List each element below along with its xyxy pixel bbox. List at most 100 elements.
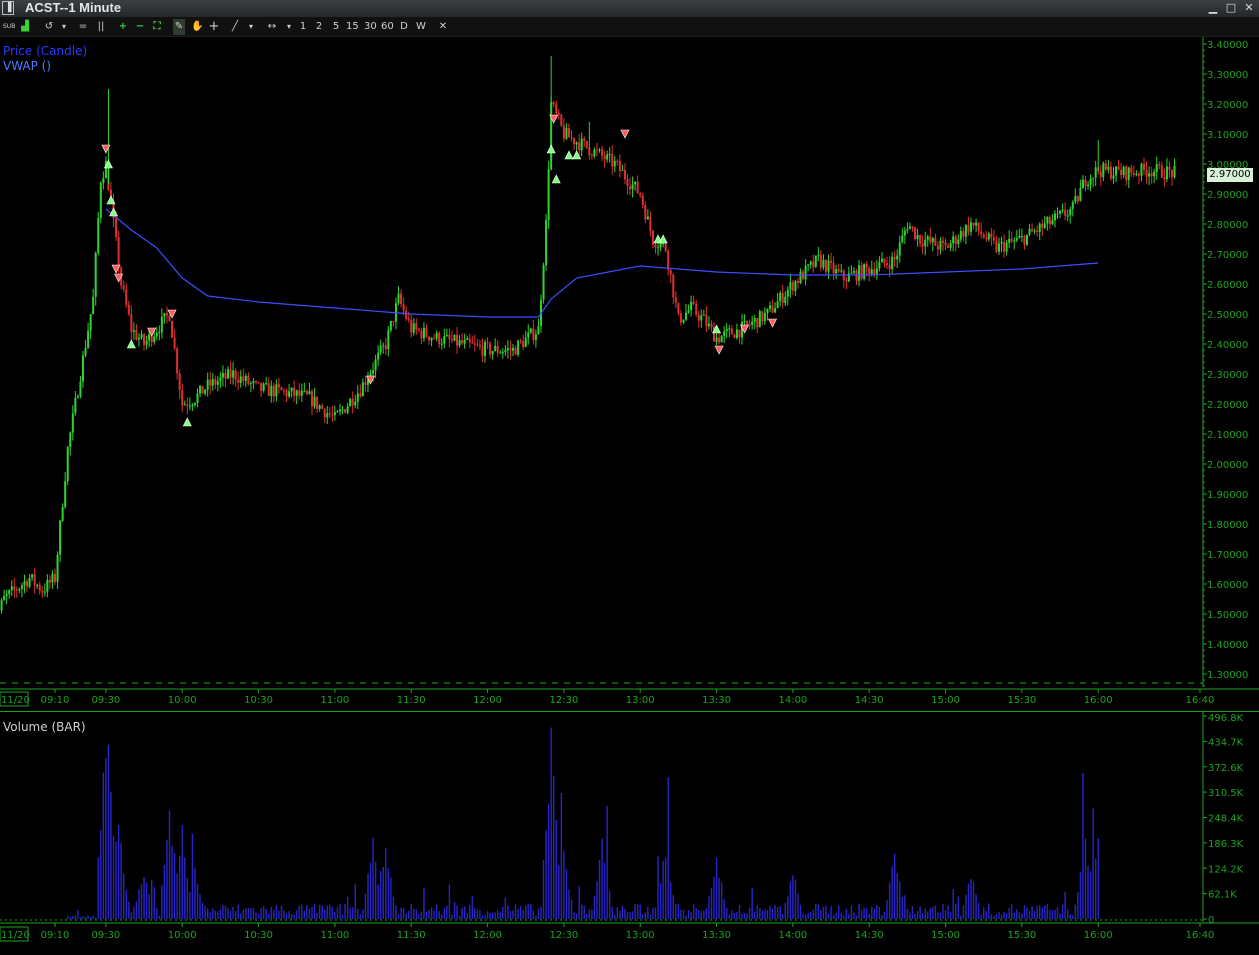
maximize-button[interactable]: □ xyxy=(1225,1,1237,14)
candle-body xyxy=(891,257,893,269)
zoom-in-button[interactable]: + xyxy=(117,19,129,35)
volume-bar xyxy=(963,906,964,919)
volume-bar xyxy=(454,902,455,919)
volume-x-label: 14:30 xyxy=(855,930,884,941)
interval-60-button[interactable]: 60 xyxy=(381,19,394,35)
volume-bar xyxy=(461,908,462,919)
candle-body xyxy=(268,383,270,396)
candle-body xyxy=(922,243,924,246)
candle-body xyxy=(446,335,448,336)
lines-button[interactable]: = xyxy=(77,19,89,35)
zoom-out-button[interactable]: − xyxy=(134,19,146,35)
interval-daily-button[interactable]: D xyxy=(398,19,410,35)
line-menu-button[interactable]: ▾ xyxy=(245,19,257,35)
close-button[interactable]: ✕ xyxy=(1243,1,1255,14)
candle-body xyxy=(578,142,580,150)
volume-bar xyxy=(1082,773,1083,919)
bars-button[interactable]: || xyxy=(95,19,107,35)
volume-bar xyxy=(133,907,134,919)
sub-button[interactable]: SUB xyxy=(3,19,15,35)
candle-body xyxy=(438,333,440,344)
candle-body xyxy=(677,303,679,314)
volume-bar xyxy=(487,911,488,919)
candle-body xyxy=(1018,236,1020,238)
candle-body xyxy=(97,218,99,253)
volume-bar xyxy=(1047,904,1048,919)
volume-bar xyxy=(820,910,821,919)
volume-bar xyxy=(576,914,577,919)
volume-bar xyxy=(823,907,824,919)
candle-body xyxy=(619,161,621,171)
candle-body xyxy=(665,243,667,251)
volume-bar xyxy=(998,912,999,919)
candle-body xyxy=(148,334,150,341)
candle-body xyxy=(481,346,483,356)
candle-body xyxy=(800,272,802,283)
draw-button[interactable]: ✎ xyxy=(173,19,185,35)
volume-bar xyxy=(894,854,895,919)
volume-bar xyxy=(176,874,177,919)
volume-bar xyxy=(372,838,373,919)
candle-body xyxy=(291,388,293,392)
volume-bar xyxy=(617,907,618,919)
candle-body xyxy=(176,348,178,373)
volume-bar xyxy=(1006,913,1007,919)
candle-body xyxy=(708,324,710,326)
candle-body xyxy=(828,261,830,272)
scroll-button[interactable]: ↔ xyxy=(266,19,278,35)
volume-bar xyxy=(329,905,330,919)
volume-bar xyxy=(92,916,93,919)
volume-bar xyxy=(805,914,806,919)
volume-bar xyxy=(380,871,381,919)
volume-bar xyxy=(952,889,953,919)
chart-type-button[interactable]: ▟ xyxy=(19,19,31,35)
candle-body xyxy=(924,240,926,246)
interval-5-button[interactable]: 5 xyxy=(330,19,342,35)
candle-body xyxy=(973,223,975,226)
volume-bar xyxy=(370,863,371,919)
price-y-label: 1.90000 xyxy=(1207,490,1248,501)
volume-bar xyxy=(678,904,679,919)
volume-bar xyxy=(398,915,399,919)
price-x-label: 09:10 xyxy=(41,695,70,706)
candle-body xyxy=(364,382,366,385)
undo-button[interactable]: ↺ xyxy=(43,19,55,35)
interval-2-button[interactable]: 2 xyxy=(313,19,325,35)
interval-weekly-button[interactable]: W xyxy=(415,19,427,35)
interval-1-button[interactable]: 1 xyxy=(297,19,309,35)
minimize-button[interactable]: ▁ xyxy=(1207,1,1219,14)
volume-bar xyxy=(1059,914,1060,919)
price-chart[interactable]: 3.400003.300003.200003.100003.000002.900… xyxy=(0,37,1259,710)
candle-body xyxy=(464,340,466,344)
price-x-label: 10:30 xyxy=(244,695,273,706)
candle-body xyxy=(621,170,623,171)
candle-body xyxy=(955,236,957,244)
candle-body xyxy=(515,348,517,355)
volume-bar xyxy=(777,907,778,919)
scroll-menu-button[interactable]: ▾ xyxy=(283,19,295,35)
interval-30-button[interactable]: 30 xyxy=(364,19,377,35)
volume-bar xyxy=(965,895,966,919)
price-panel[interactable]: 3.400003.300003.200003.100003.000002.900… xyxy=(0,37,1259,710)
price-x-label: 09:30 xyxy=(91,695,120,706)
price-y-label: 2.20000 xyxy=(1207,400,1248,411)
candle-body xyxy=(675,297,677,302)
hand-button[interactable]: ✋ xyxy=(191,19,203,35)
line-tool-button[interactable]: ╱ xyxy=(229,19,241,35)
volume-bar xyxy=(202,903,203,919)
candle-body xyxy=(342,409,344,410)
fit-button[interactable]: ⛶ xyxy=(151,19,163,35)
volume-bar xyxy=(103,773,104,919)
volume-panel[interactable]: 496.8K434.7K372.6K310.5K248.4K186.3K124.… xyxy=(0,711,1259,952)
candle-body xyxy=(95,253,97,297)
candle-body xyxy=(405,310,407,318)
candle-body xyxy=(637,182,639,193)
volume-bar xyxy=(876,905,877,919)
volume-chart[interactable]: 496.8K434.7K372.6K310.5K248.4K186.3K124.… xyxy=(0,712,1259,951)
interval-15-button[interactable]: 15 xyxy=(346,19,359,35)
toolbar-close-icon[interactable]: ✕ xyxy=(437,19,449,35)
menu-button[interactable]: ▾ xyxy=(58,19,70,35)
crosshair-button[interactable]: + xyxy=(208,19,220,35)
candle-body xyxy=(1128,168,1130,180)
candle-body xyxy=(509,348,511,350)
